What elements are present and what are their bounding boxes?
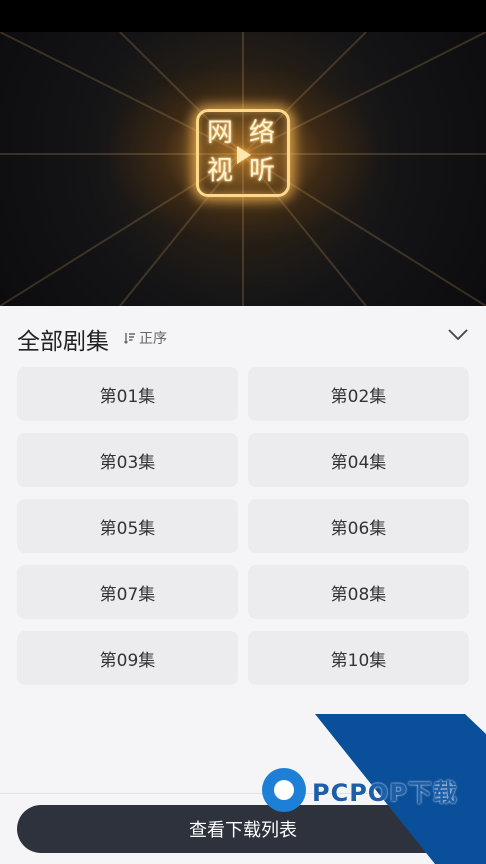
episode-button[interactable]: 第09集 <box>17 631 238 685</box>
logo-glyph: 络 <box>249 118 276 148</box>
sort-toggle[interactable]: 正序 <box>124 328 167 348</box>
episode-button[interactable]: 第06集 <box>248 499 469 553</box>
episode-button[interactable]: 第01集 <box>17 367 238 421</box>
video-player[interactable]: 网 络 视 听 <box>0 32 486 306</box>
play-icon <box>237 146 251 164</box>
network-av-logo: 网 络 视 听 <box>196 109 290 197</box>
chevron-down-icon[interactable] <box>448 328 468 342</box>
episode-button[interactable]: 第05集 <box>17 499 238 553</box>
sort-icon <box>124 333 135 344</box>
episode-button[interactable]: 第07集 <box>17 565 238 619</box>
episodes-title: 全部剧集 <box>17 329 109 355</box>
episode-button[interactable]: 第08集 <box>248 565 469 619</box>
episode-button[interactable]: 第10集 <box>248 631 469 685</box>
watermark-text: PCPOP下载 <box>312 778 458 807</box>
status-bar <box>0 0 486 32</box>
episode-button[interactable]: 第03集 <box>17 433 238 487</box>
logo-glyph: 听 <box>249 156 276 186</box>
episode-button[interactable]: 第02集 <box>248 367 469 421</box>
episodes-header: 全部剧集 正序 <box>0 306 486 366</box>
logo-glyph: 视 <box>207 156 234 186</box>
watermark-logo-icon <box>262 768 306 812</box>
sort-label: 正序 <box>139 331 167 347</box>
episode-button[interactable]: 第04集 <box>248 433 469 487</box>
watermark: PCPOP下载 <box>262 768 458 812</box>
logo-glyph: 网 <box>207 118 234 148</box>
